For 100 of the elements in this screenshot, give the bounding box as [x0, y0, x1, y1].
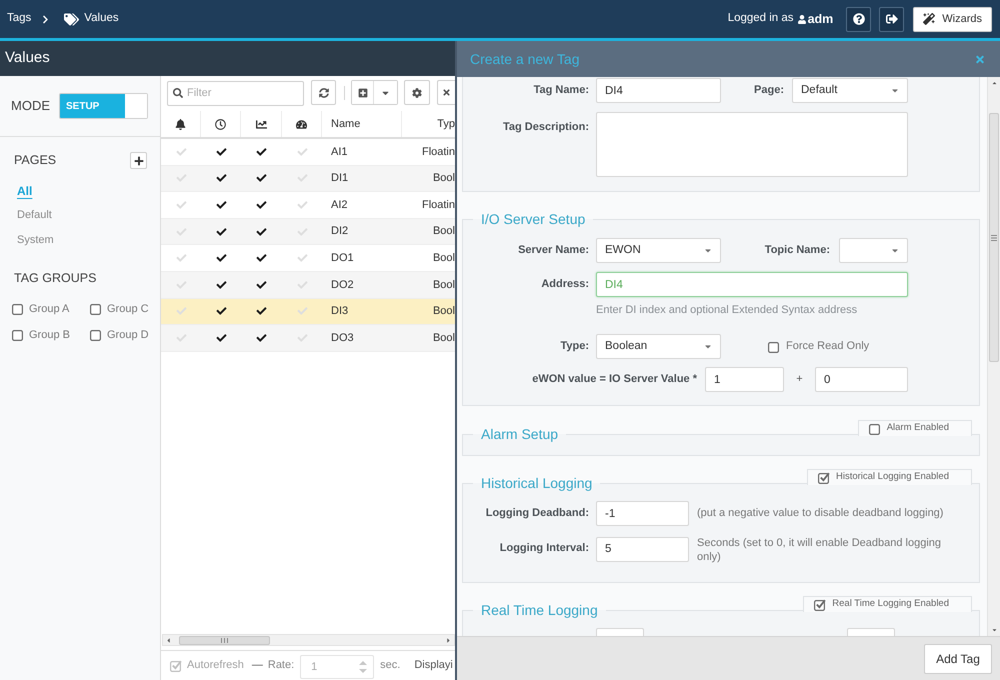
checkbox[interactable]	[868, 422, 881, 434]
table-cell-text: AI1	[331, 144, 348, 160]
field-label: Tag Name:	[532, 83, 589, 98]
checkbox-label: Historical Logging Enabled	[836, 470, 949, 484]
field-note: (put a negative value to disable deadband logging)	[697, 506, 944, 522]
checkbox[interactable]	[90, 329, 102, 341]
checkbox-label: Group D	[107, 328, 149, 343]
checkbox-label: Force Read Only	[786, 339, 870, 354]
section-heading: TAG GROUPS	[13, 270, 98, 286]
panel-title: Values	[5, 48, 50, 68]
logout-icon	[886, 13, 898, 25]
field-note: Seconds (set to 0, it will enable Deadband logging only)	[697, 536, 942, 564]
text-input[interactable]	[596, 628, 644, 636]
vertical-scrollbar[interactable]	[987, 77, 1000, 636]
table-cell-text: DI1	[331, 171, 348, 186]
line-chart-icon	[256, 118, 266, 130]
checkbox-label: Group A	[29, 302, 70, 317]
text-input[interactable]: -1	[596, 501, 689, 526]
text-input[interactable]: 0	[815, 367, 908, 392]
logout-button[interactable]	[879, 6, 904, 32]
table-cell-text: Floatin	[422, 198, 455, 213]
table-row[interactable]: DI3 Bool	[161, 298, 455, 326]
settings-button[interactable]	[404, 80, 430, 105]
checkbox[interactable]	[12, 303, 24, 315]
section-heading: PAGES	[14, 152, 56, 170]
table-cell-text: Bool	[432, 330, 455, 346]
breadcrumb-link[interactable]: Tags	[7, 10, 32, 28]
checkbox[interactable]	[12, 329, 24, 341]
help-icon	[852, 13, 865, 25]
checkbox-label: Autorefresh	[187, 658, 244, 674]
field-label: Server Name:	[517, 243, 589, 258]
text-input[interactable]	[847, 628, 895, 636]
dropdown[interactable]: Default	[792, 78, 908, 103]
table-row[interactable]: DI1 Bool	[161, 166, 455, 192]
breadcrumb-link[interactable]: Values	[84, 10, 119, 28]
checkbox[interactable]	[818, 472, 830, 484]
table-row[interactable]: DO2 Bool	[161, 272, 455, 299]
checkbox[interactable]	[768, 340, 780, 352]
field-label: Tag Description:	[502, 120, 589, 135]
horizontal-scrollbar[interactable]	[162, 634, 455, 646]
chevron-right-icon	[42, 14, 50, 24]
table-cell-text: Floatin	[422, 144, 455, 160]
text-input[interactable]: DI4	[596, 78, 721, 104]
text-input[interactable]: 1	[705, 367, 784, 392]
left-arrow-icon	[166, 636, 171, 644]
add-page-button[interactable]	[130, 152, 147, 169]
table-cell-text: Bool	[432, 304, 455, 320]
table-row[interactable]: DO3 Bool	[161, 325, 455, 352]
table-row[interactable]: DI2 Bool	[161, 218, 455, 246]
status-text: Displayi	[414, 658, 453, 674]
settings-icon	[412, 88, 422, 98]
scrollbar-thumb[interactable]	[179, 636, 270, 644]
refresh-button[interactable]	[311, 80, 336, 105]
spinner-icon	[359, 661, 368, 673]
checkbox[interactable]	[90, 303, 102, 315]
filter-field[interactable]: Filter	[167, 80, 304, 106]
add-tag-button[interactable]: Add Tag	[924, 644, 992, 674]
grip-icon	[991, 234, 997, 240]
grip-icon	[221, 638, 228, 642]
separator-dash: —	[252, 658, 263, 674]
plus-sign: +	[795, 372, 804, 388]
table-cell-text: Bool	[432, 250, 455, 266]
right-arrow-icon	[446, 636, 451, 644]
scrollbar-thumb[interactable]	[989, 113, 999, 362]
close-icon	[975, 54, 985, 64]
field-label: Topic Name:	[764, 243, 830, 258]
table-cell-text: AI2	[331, 198, 348, 213]
bell-icon	[175, 118, 186, 130]
table-cell-text: DO1	[331, 250, 354, 266]
dropdown[interactable]: EWON	[596, 238, 721, 263]
gauge-icon	[296, 118, 307, 130]
table-cell-text: DO2	[331, 278, 354, 293]
close-button[interactable]	[437, 80, 455, 105]
table-cell-text: Bool	[432, 278, 455, 293]
close-icon	[442, 88, 451, 97]
field-label: Logging Deadband:	[484, 506, 589, 522]
wizards-button[interactable]: Wizards	[913, 6, 992, 32]
table-cell-text: DI3	[331, 304, 348, 320]
switch-knob	[125, 94, 147, 118]
magic-wand-icon	[923, 13, 936, 25]
field-label: Logging Interval:	[498, 541, 589, 556]
down-arrow-icon	[990, 627, 998, 633]
table-cell-text: DI2	[331, 224, 348, 240]
dropdown[interactable]: Boolean	[596, 334, 721, 359]
field-label: Address:	[540, 277, 589, 292]
rate-label: Rate:	[268, 658, 294, 674]
user-icon	[798, 14, 806, 24]
section-title: Alarm Setup	[480, 425, 560, 443]
column-header[interactable]: Name	[331, 116, 360, 132]
section-title: I/O Server Setup	[480, 210, 586, 228]
text-input[interactable]: 5	[596, 536, 689, 562]
column-header[interactable]: Typ	[437, 116, 455, 132]
field-label: eWON value = IO Server Value *	[531, 372, 697, 388]
checkbox-label: Group C	[107, 302, 149, 317]
checkbox-label: Alarm Enabled	[886, 421, 949, 436]
help-button[interactable]	[846, 6, 872, 32]
clock-icon	[215, 118, 226, 130]
add-button[interactable]	[352, 81, 374, 104]
checkbox[interactable]	[814, 598, 826, 610]
field-label: Type:	[559, 339, 589, 354]
